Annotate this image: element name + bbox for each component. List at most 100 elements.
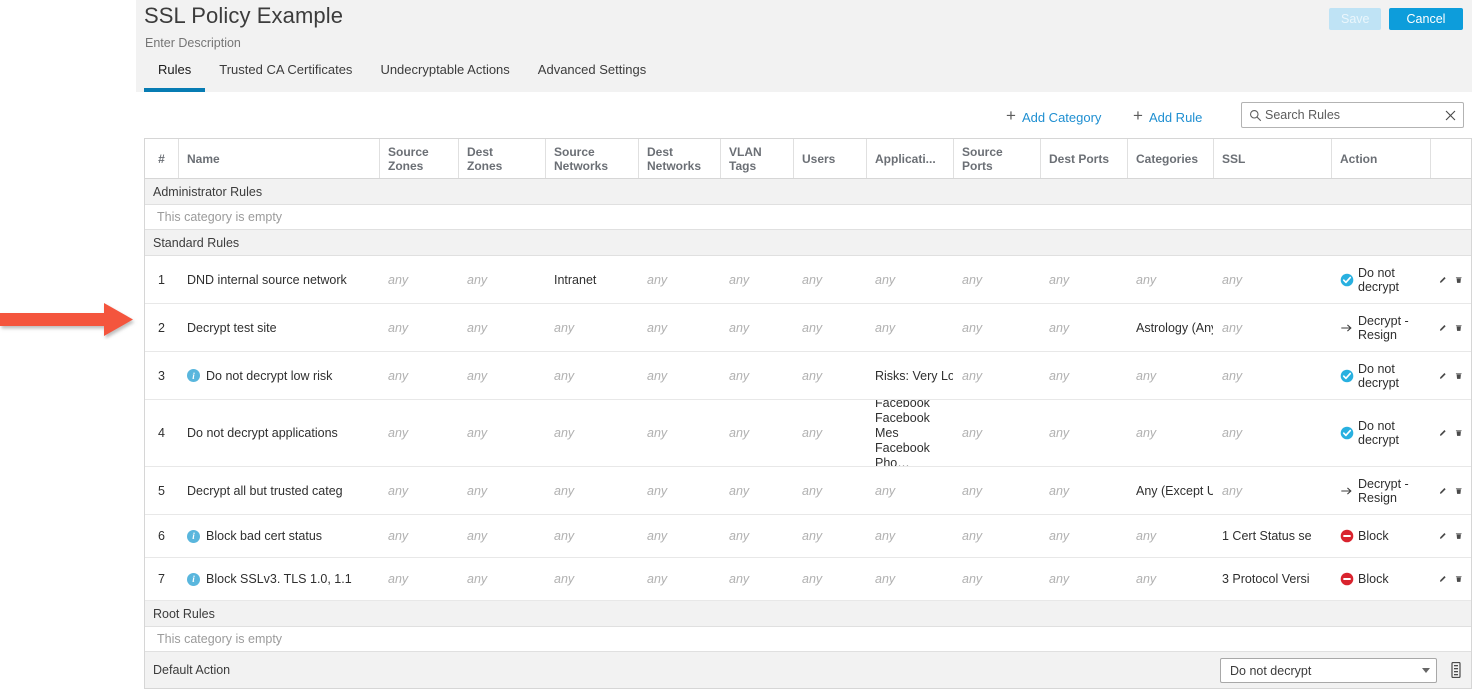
dest-ports-cell[interactable]: any: [1041, 467, 1128, 514]
rule-name[interactable]: i Block bad cert status: [179, 515, 380, 557]
column-header-name[interactable]: Name: [179, 139, 380, 178]
source-ports-cell[interactable]: any: [954, 467, 1041, 514]
delete-trash-icon[interactable]: [1455, 369, 1463, 383]
categories-cell[interactable]: any: [1128, 256, 1214, 303]
column-header-action[interactable]: Action: [1332, 139, 1431, 178]
source-ports-cell[interactable]: any: [954, 515, 1041, 557]
users-cell[interactable]: any: [794, 256, 867, 303]
source-zones-cell[interactable]: any: [380, 256, 459, 303]
search-rules-box[interactable]: [1241, 102, 1464, 128]
users-cell[interactable]: any: [794, 558, 867, 600]
edit-pencil-icon[interactable]: [1439, 484, 1447, 498]
column-header-dest-zones[interactable]: Dest Zones: [459, 139, 546, 178]
rule-name[interactable]: DND internal source network: [179, 256, 380, 303]
source-zones-cell[interactable]: any: [380, 558, 459, 600]
table-row[interactable]: 2 Decrypt test site any any any any any any any a…: [145, 304, 1471, 352]
table-row[interactable]: 4 Do not decrypt applications any any any any…: [145, 400, 1471, 467]
dest-ports-cell[interactable]: any: [1041, 558, 1128, 600]
source-networks-cell[interactable]: any: [546, 467, 639, 514]
source-ports-cell[interactable]: any: [954, 256, 1041, 303]
applications-cell[interactable]: any: [867, 304, 954, 351]
categories-cell[interactable]: any: [1128, 400, 1214, 466]
categories-cell[interactable]: Any (Except U…: [1128, 467, 1214, 514]
column-header-categories[interactable]: Categories: [1128, 139, 1214, 178]
users-cell[interactable]: any: [794, 352, 867, 399]
dest-ports-cell[interactable]: any: [1041, 256, 1128, 303]
delete-trash-icon[interactable]: [1455, 484, 1463, 498]
source-ports-cell[interactable]: any: [954, 400, 1041, 466]
rule-name[interactable]: i Block SSLv3. TLS 1.0, 1.1: [179, 558, 380, 600]
add-rule-button[interactable]: + Add Rule: [1133, 106, 1202, 128]
ssl-cell[interactable]: any: [1214, 256, 1332, 303]
dest-networks-cell[interactable]: any: [639, 256, 721, 303]
info-icon[interactable]: i: [187, 572, 200, 586]
source-networks-cell[interactable]: Intranet: [546, 256, 639, 303]
category-row[interactable]: Root Rules: [145, 601, 1471, 627]
dest-networks-cell[interactable]: any: [639, 400, 721, 466]
table-row[interactable]: 3 i Do not decrypt low risk any any any any any…: [145, 352, 1471, 400]
source-zones-cell[interactable]: any: [380, 352, 459, 399]
table-row[interactable]: 7 i Block SSLv3. TLS 1.0, 1.1 any any any any a…: [145, 558, 1471, 601]
column-header-dest-networks[interactable]: Dest Networks: [639, 139, 721, 178]
action-cell[interactable]: Do not decrypt: [1332, 352, 1431, 399]
vlan-tags-cell[interactable]: any: [721, 304, 794, 351]
source-networks-cell[interactable]: any: [546, 515, 639, 557]
applications-cell[interactable]: any: [867, 256, 954, 303]
column-header-vlan-tags[interactable]: VLAN Tags: [721, 139, 794, 178]
applications-cell[interactable]: Facebook Facebook Mes Facebook Pho…: [867, 400, 954, 466]
action-cell[interactable]: Block: [1332, 558, 1431, 600]
column-header-ssl[interactable]: SSL: [1214, 139, 1332, 178]
ssl-cell[interactable]: any: [1214, 352, 1332, 399]
categories-cell[interactable]: any: [1128, 515, 1214, 557]
delete-trash-icon[interactable]: [1455, 321, 1463, 335]
category-row[interactable]: Administrator Rules: [145, 179, 1471, 205]
ssl-cell[interactable]: 3 Protocol Versi: [1214, 558, 1332, 600]
action-cell[interactable]: Decrypt - Resign: [1332, 467, 1431, 514]
users-cell[interactable]: any: [794, 515, 867, 557]
rule-name[interactable]: Decrypt all but trusted categ: [179, 467, 380, 514]
dest-ports-cell[interactable]: any: [1041, 352, 1128, 399]
delete-trash-icon[interactable]: [1455, 572, 1463, 586]
info-icon[interactable]: i: [187, 529, 200, 543]
dest-zones-cell[interactable]: any: [459, 352, 546, 399]
categories-cell[interactable]: any: [1128, 558, 1214, 600]
column-header-ops[interactable]: [1431, 139, 1471, 178]
dest-zones-cell[interactable]: any: [459, 515, 546, 557]
tab-undecryptable-actions[interactable]: Undecryptable Actions: [366, 62, 523, 92]
source-zones-cell[interactable]: any: [380, 400, 459, 466]
dest-zones-cell[interactable]: any: [459, 558, 546, 600]
ssl-cell[interactable]: any: [1214, 467, 1332, 514]
ssl-cell[interactable]: 1 Cert Status se: [1214, 515, 1332, 557]
action-cell[interactable]: Do not decrypt: [1332, 400, 1431, 466]
source-networks-cell[interactable]: any: [546, 558, 639, 600]
action-cell[interactable]: Decrypt - Resign: [1332, 304, 1431, 351]
logging-button[interactable]: [1449, 661, 1463, 681]
ssl-cell[interactable]: any: [1214, 304, 1332, 351]
dest-networks-cell[interactable]: any: [639, 558, 721, 600]
vlan-tags-cell[interactable]: any: [721, 256, 794, 303]
dest-networks-cell[interactable]: any: [639, 304, 721, 351]
column-header-source-networks[interactable]: Source Networks: [546, 139, 639, 178]
save-button[interactable]: Save: [1329, 8, 1381, 30]
users-cell[interactable]: any: [794, 467, 867, 514]
delete-trash-icon[interactable]: [1455, 273, 1463, 287]
dest-ports-cell[interactable]: any: [1041, 515, 1128, 557]
edit-pencil-icon[interactable]: [1439, 369, 1447, 383]
dest-zones-cell[interactable]: any: [459, 256, 546, 303]
dest-zones-cell[interactable]: any: [459, 400, 546, 466]
info-icon[interactable]: i: [187, 369, 200, 382]
rule-name[interactable]: Do not decrypt applications: [179, 400, 380, 466]
applications-cell[interactable]: any: [867, 467, 954, 514]
column-header-source-ports[interactable]: Source Ports: [954, 139, 1041, 178]
dest-ports-cell[interactable]: any: [1041, 400, 1128, 466]
source-ports-cell[interactable]: any: [954, 304, 1041, 351]
delete-trash-icon[interactable]: [1455, 529, 1463, 543]
edit-pencil-icon[interactable]: [1439, 321, 1447, 335]
rule-name[interactable]: i Do not decrypt low risk: [179, 352, 380, 399]
dest-ports-cell[interactable]: any: [1041, 304, 1128, 351]
column-header-source-zones[interactable]: Source Zones: [380, 139, 459, 178]
edit-pencil-icon[interactable]: [1439, 426, 1447, 440]
category-row[interactable]: Standard Rules: [145, 230, 1471, 256]
dest-networks-cell[interactable]: any: [639, 467, 721, 514]
categories-cell[interactable]: Astrology (Any: [1128, 304, 1214, 351]
